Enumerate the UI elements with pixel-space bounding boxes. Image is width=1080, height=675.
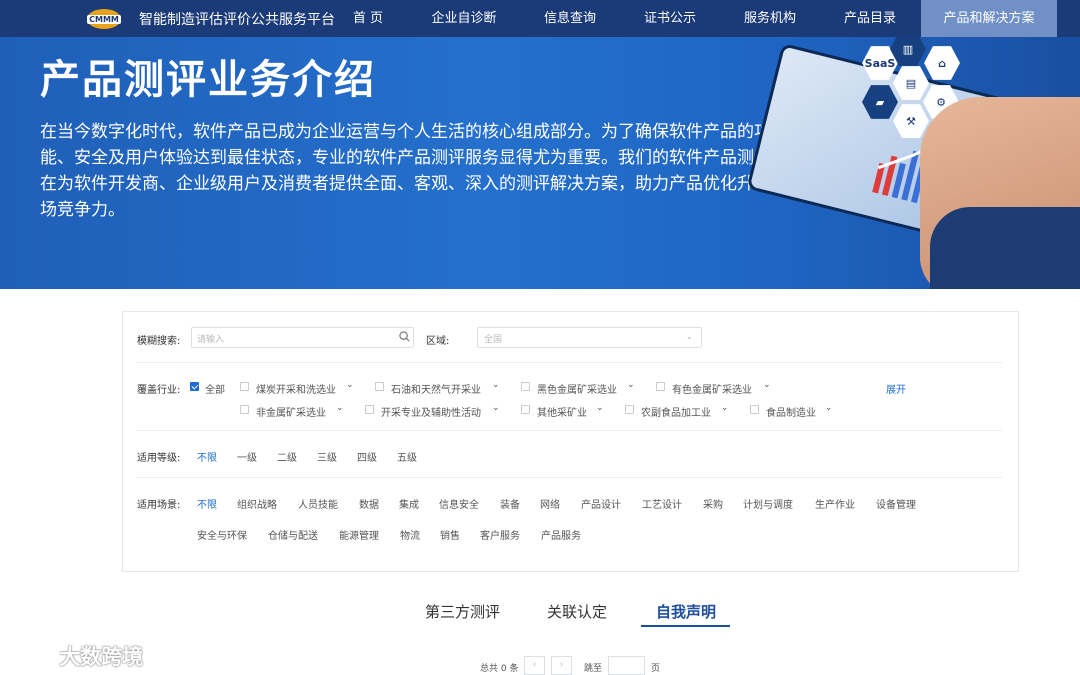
industry-checkbox[interactable] (625, 405, 634, 414)
level-option[interactable]: 五级 (397, 449, 417, 464)
search-icon[interactable] (399, 331, 410, 342)
industry-checkbox[interactable] (521, 405, 530, 414)
chevron-down-icon[interactable]: ⌄ (825, 403, 833, 413)
scene-option[interactable]: 销售 (440, 527, 460, 542)
industry-all-label: 全部 (205, 385, 225, 396)
hero-banner: 产品测评业务介绍 在当今数字化时代，软件产品已成为企业运营与个人生活的核心组成部… (0, 37, 1080, 289)
scene-option[interactable]: 采购 (703, 496, 723, 511)
chevron-down-icon[interactable]: ⌄ (492, 403, 500, 413)
cmmm-logo[interactable]: CMMM (84, 7, 124, 31)
platform-title: 智能制造评估评价公共服务平台 (139, 12, 335, 28)
chevron-down-icon[interactable]: ⌄ (492, 380, 500, 390)
industry-option[interactable]: 农副食品加工业 (641, 404, 711, 419)
prev-page-button[interactable]: ‹ (524, 656, 545, 675)
nav-service-orgs[interactable]: 服务机构 (737, 0, 803, 37)
region-label: 区域: (426, 336, 450, 347)
industry-checkbox[interactable] (750, 405, 759, 414)
nav-home[interactable]: 首 页 (345, 0, 391, 37)
industry-all-checkbox[interactable] (190, 382, 199, 391)
divider (137, 477, 1002, 478)
chevron-down-icon[interactable]: ⌄ (336, 403, 344, 413)
watermark-logo-icon (10, 648, 52, 667)
chevron-down-icon[interactable]: ⌄ (346, 380, 354, 390)
watermark: 大数跨境 (8, 641, 143, 671)
logo-mark-icon: CMMM (87, 9, 121, 29)
scene-option[interactable]: 信息安全 (439, 496, 479, 511)
industry-checkbox[interactable] (375, 382, 384, 391)
banner-description: 在当今数字化时代，软件产品已成为企业运营与个人生活的核心组成部分。为了确保软件产… (40, 122, 839, 220)
pagination-total: 总共 0 条 (480, 664, 519, 674)
scene-option[interactable]: 计划与调度 (743, 496, 793, 511)
scene-option[interactable]: 组织战略 (237, 496, 277, 511)
nav-self-diagnosis[interactable]: 企业自诊断 (425, 0, 503, 37)
scene-option[interactable]: 人员技能 (298, 496, 338, 511)
scene-option[interactable]: 数据 (359, 496, 379, 511)
level-option[interactable]: 不限 (197, 449, 217, 464)
scene-option[interactable]: 集成 (399, 496, 419, 511)
industry-option[interactable]: 石油和天然气开采业 (391, 381, 481, 396)
scene-option[interactable]: 仓储与配送 (268, 527, 318, 542)
nav-products-solutions[interactable]: 产品和解决方案 (921, 0, 1057, 37)
industry-option[interactable]: 煤炭开采和洗选业 (256, 381, 336, 396)
sleeve-illustration (930, 207, 1080, 289)
industry-option[interactable]: 黑色金属矿采选业 (537, 381, 617, 396)
network-icon: ⌂ (924, 46, 960, 80)
nav-certificates[interactable]: 证书公示 (637, 0, 703, 37)
nav-info-query[interactable]: 信息查询 (537, 0, 603, 37)
industry-checkbox[interactable] (656, 382, 665, 391)
chevron-down-icon[interactable]: ⌄ (627, 380, 635, 390)
level-option[interactable]: 四级 (357, 449, 377, 464)
page-jump-input[interactable] (608, 656, 645, 675)
region-select[interactable]: 全国 (477, 327, 702, 348)
goto-label: 跳至 (584, 664, 603, 674)
industry-checkbox[interactable] (521, 382, 530, 391)
scene-option[interactable]: 工艺设计 (642, 496, 682, 511)
scene-label: 适用场景: (137, 500, 181, 511)
level-option[interactable]: 一级 (237, 449, 257, 464)
page-unit-label: 页 (651, 664, 661, 674)
scene-option[interactable]: 能源管理 (339, 527, 379, 542)
expand-button[interactable]: 展开 (886, 381, 906, 396)
scene-option[interactable]: 物流 (400, 527, 420, 542)
scene-option[interactable]: 设备管理 (876, 496, 916, 511)
industry-label: 覆盖行业: (137, 385, 181, 396)
level-label: 适用等级: (137, 453, 181, 464)
scene-option[interactable]: 生产作业 (815, 496, 855, 511)
scene-option[interactable]: 不限 (197, 496, 217, 511)
top-nav: CMMM 智能制造评估评价公共服务平台 首 页 企业自诊断 信息查询 证书公示 … (0, 0, 1080, 37)
tab-third-party[interactable]: 第三方测评 (425, 601, 500, 622)
chevron-down-icon[interactable]: ⌄ (763, 380, 771, 390)
industry-option[interactable]: 其他采矿业 (537, 404, 587, 419)
scene-option[interactable]: 客户服务 (480, 527, 520, 542)
industry-option[interactable]: 非金属矿采选业 (256, 404, 326, 419)
chevron-down-icon[interactable]: ⌄ (596, 403, 604, 413)
chevron-down-icon: ⌄ (686, 332, 693, 341)
industry-option[interactable]: 食品制造业 (766, 404, 816, 419)
industry-checkbox[interactable] (240, 405, 249, 414)
divider (137, 430, 1002, 431)
industry-option[interactable]: 开采专业及辅助性活动 (381, 404, 481, 419)
search-input[interactable]: 请输入 (191, 327, 414, 348)
scene-option[interactable]: 产品服务 (541, 527, 581, 542)
industry-option[interactable]: 有色金属矿采选业 (672, 381, 752, 396)
level-option[interactable]: 二级 (277, 449, 297, 464)
industry-checkbox[interactable] (240, 382, 249, 391)
search-label: 模糊搜索: (137, 336, 181, 347)
scene-option[interactable]: 产品设计 (581, 496, 621, 511)
banner-title: 产品测评业务介绍 (40, 57, 376, 103)
watermark-text: 大数跨境 (59, 645, 144, 669)
level-option[interactable]: 三级 (317, 449, 337, 464)
scene-option[interactable]: 装备 (500, 496, 520, 511)
divider (137, 362, 1002, 363)
scene-option[interactable]: 网络 (540, 496, 560, 511)
nav-product-catalog[interactable]: 产品目录 (837, 0, 903, 37)
active-tab-indicator (641, 625, 730, 627)
chevron-down-icon[interactable]: ⌄ (721, 403, 729, 413)
industry-checkbox[interactable] (365, 405, 374, 414)
next-page-button[interactable]: › (551, 656, 572, 675)
tab-self-declaration[interactable]: 自我声明 (656, 601, 716, 622)
tab-related-certification[interactable]: 关联认定 (547, 601, 607, 622)
scene-option[interactable]: 安全与环保 (197, 527, 247, 542)
